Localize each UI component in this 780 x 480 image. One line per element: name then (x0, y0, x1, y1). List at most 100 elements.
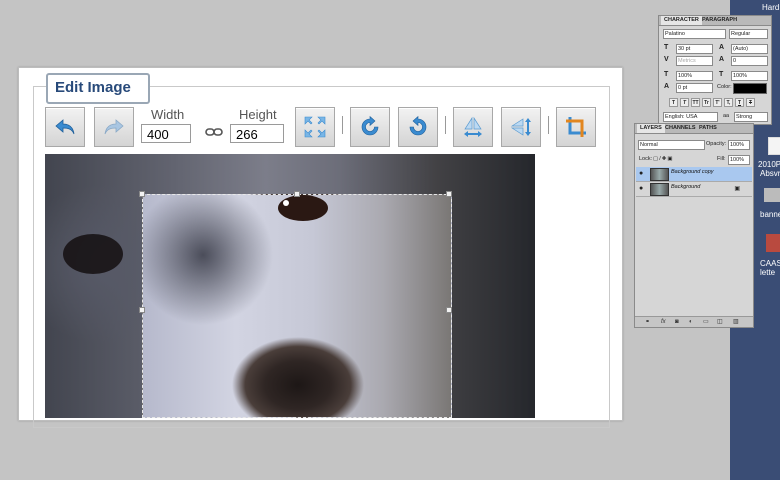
leading-field[interactable]: (Auto) (731, 44, 768, 54)
antialias-select[interactable]: Strong (734, 112, 768, 122)
layer-style-icon[interactable]: fx (661, 318, 666, 326)
link-icon[interactable] (205, 126, 223, 138)
dog-left-eye (63, 234, 123, 274)
antialias-icon: aa (723, 113, 730, 119)
tab-channels[interactable]: CHANNELS (662, 124, 699, 133)
fill-field[interactable]: 100% (728, 155, 750, 165)
leading-icon: A (719, 44, 725, 51)
crop-icon (566, 117, 586, 137)
link-layers-icon[interactable]: ⚭ (645, 318, 650, 326)
crop-handle-top-left[interactable] (139, 191, 145, 197)
color-label: Color: (717, 84, 732, 90)
new-layer-icon[interactable]: ◫ (717, 318, 723, 326)
all-caps-button[interactable]: TT (691, 98, 700, 107)
dog-right-eye (278, 195, 328, 221)
crop-selection[interactable] (142, 194, 452, 418)
layer-thumbnail (650, 168, 669, 181)
underline-button[interactable]: T (735, 98, 744, 107)
flip-vertical-button[interactable] (501, 107, 541, 147)
height-label: Height (239, 107, 277, 122)
flip-vertical-icon (510, 118, 531, 136)
desktop-image-icon[interactable] (764, 188, 780, 202)
desktop-label-file2: banne (760, 210, 780, 219)
new-group-icon[interactable]: ▭ (703, 318, 709, 326)
opacity-field[interactable]: 100% (728, 140, 750, 150)
font-size-icon: T (664, 44, 669, 51)
fit-to-size-button[interactable] (295, 107, 335, 147)
layer-name: Background copy (671, 169, 714, 175)
height-input[interactable]: 266 (230, 124, 284, 143)
horizontal-scale-icon: T (719, 71, 724, 78)
eye-highlight (283, 200, 289, 206)
vertical-scale-icon: T (664, 71, 669, 78)
image-canvas[interactable] (45, 154, 535, 418)
lock-label: Lock: (639, 156, 653, 162)
adjustment-layer-icon[interactable]: ◐ (689, 318, 693, 326)
faux-italic-button[interactable]: T (680, 98, 689, 107)
layer-mask-icon[interactable]: ◙ (675, 318, 679, 326)
faux-bold-button[interactable]: T (669, 98, 678, 107)
redo-icon (104, 119, 124, 135)
visibility-eye-icon[interactable]: ● (639, 185, 643, 193)
font-style-select[interactable]: Regular (729, 29, 768, 39)
width-input[interactable]: 400 (141, 124, 191, 143)
lock-icons[interactable]: ▢/✚▣ (653, 155, 674, 163)
baseline-shift-field[interactable]: 0 pt (676, 83, 713, 93)
desktop-label-file1b: Absvrd (760, 169, 780, 178)
width-label: Width (151, 107, 185, 122)
kerning-icon: V (664, 56, 669, 63)
subscript-button[interactable]: T, (724, 98, 733, 107)
toolbar-separator (548, 116, 549, 134)
superscript-button[interactable]: T' (713, 98, 722, 107)
font-family-select[interactable]: Palatino (663, 29, 726, 39)
strikethrough-button[interactable]: T (746, 98, 755, 107)
layer-name: Background (671, 184, 701, 190)
page-title: Edit Image (55, 79, 131, 96)
undo-button[interactable] (45, 107, 85, 147)
flip-horizontal-icon (464, 116, 482, 137)
kerning-field[interactable]: Metrics (676, 56, 713, 66)
tab-paths[interactable]: PATHS (696, 124, 720, 133)
baseline-shift-icon: A (664, 83, 670, 90)
desktop-label-file3b: lette (760, 268, 776, 277)
font-size-field[interactable]: 30 pt (676, 44, 713, 54)
toolbar-separator (342, 116, 343, 134)
tab-paragraph[interactable]: PARAGRAPH (699, 16, 740, 25)
crop-handle-right[interactable] (446, 307, 452, 313)
redo-button[interactable] (94, 107, 134, 147)
crop-handle-left[interactable] (139, 307, 145, 313)
layer-row-background-copy[interactable]: ● Background copy (636, 167, 752, 182)
layers-panel-tabs: LAYERS CHANNELS PATHS (635, 124, 753, 134)
tab-layers[interactable]: LAYERS (637, 124, 665, 133)
title-tab: Edit Image (46, 73, 150, 104)
small-caps-button[interactable]: Tr (702, 98, 711, 107)
desktop-document-icon[interactable] (766, 234, 780, 252)
tab-character[interactable]: CHARACTER (661, 16, 702, 25)
crop-button[interactable] (556, 107, 596, 147)
fill-label: Fill: (717, 156, 726, 162)
undo-icon (55, 119, 75, 135)
blend-mode-select[interactable]: Normal (638, 140, 705, 150)
trash-icon[interactable]: ▥ (733, 318, 739, 326)
edit-image-window: Edit Image Width 400 Height 266 (18, 67, 623, 428)
layers-bottom-toolbar: ⚭ fx ◙ ◐ ▭ ◫ ▥ (635, 316, 753, 327)
layer-row-background[interactable]: ● Background ▣ (636, 182, 752, 197)
text-color-swatch[interactable] (733, 83, 767, 94)
horizontal-scale-field[interactable]: 100% (731, 71, 768, 81)
rotate-clockwise-button[interactable] (350, 107, 390, 147)
crop-handle-top-right[interactable] (446, 191, 452, 197)
vertical-scale-field[interactable]: 100% (676, 71, 713, 81)
opacity-label: Opacity: (706, 141, 727, 147)
language-select[interactable]: English: USA (663, 112, 718, 122)
desktop-file-icon[interactable] (768, 137, 780, 155)
tracking-field[interactable]: 0 (731, 56, 768, 66)
expand-icon (304, 116, 326, 138)
rotate-clockwise-icon (361, 115, 379, 136)
tracking-icon: A (719, 56, 725, 63)
flip-horizontal-button[interactable] (453, 107, 493, 147)
visibility-eye-icon[interactable]: ● (639, 170, 643, 178)
rotate-counterclockwise-button[interactable] (398, 107, 438, 147)
crop-handle-top[interactable] (294, 191, 300, 197)
desktop-label-drive: Hard (762, 3, 780, 12)
layer-thumbnail (650, 183, 669, 196)
